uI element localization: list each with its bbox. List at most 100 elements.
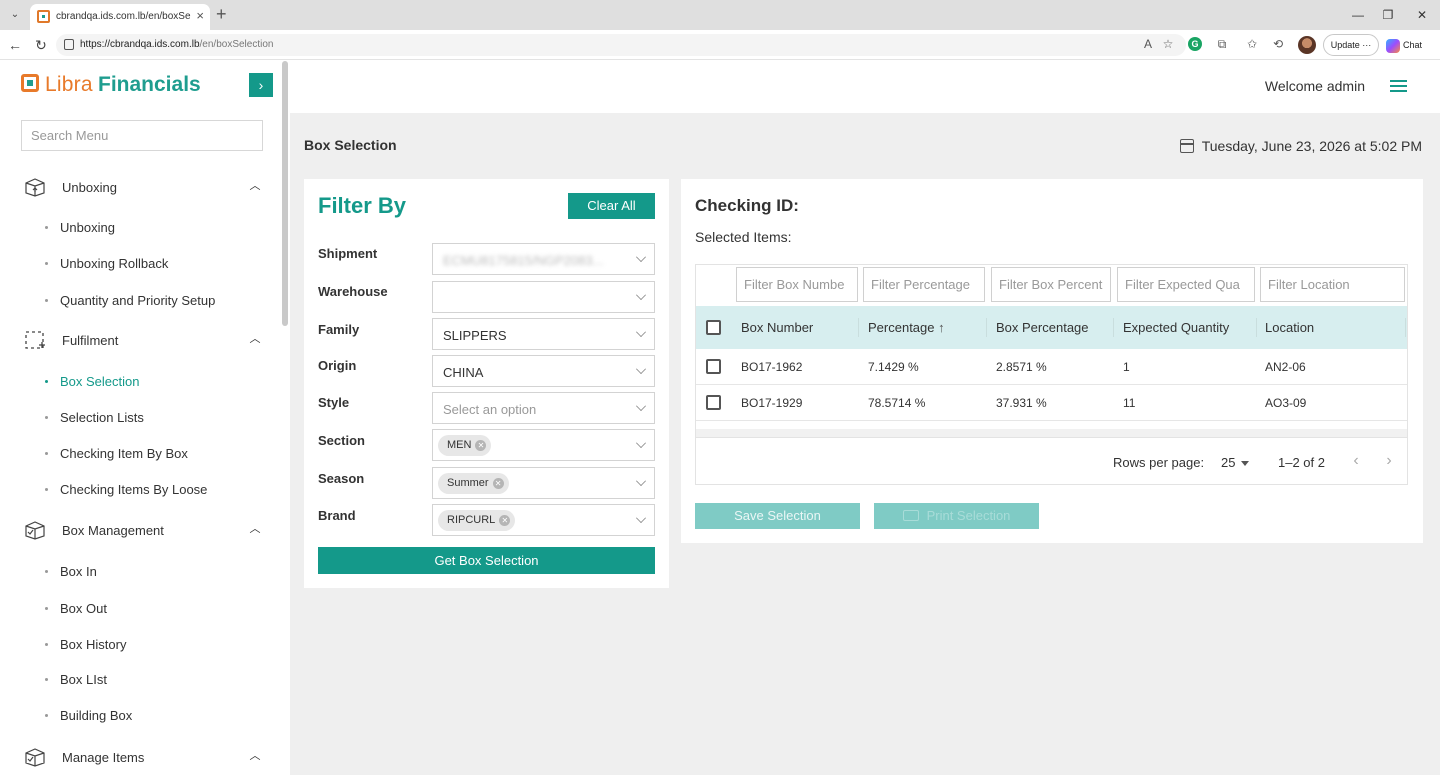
prev-page-icon[interactable]: ‹ [1346, 451, 1366, 471]
shipment-select[interactable]: ECMU8175815/NGP2083... [432, 243, 655, 275]
read-aloud-icon[interactable]: A [1140, 36, 1156, 52]
back-icon[interactable]: ← [6, 36, 24, 54]
warehouse-select[interactable] [432, 281, 655, 313]
column-percentage[interactable]: Percentage ↑ [868, 320, 945, 335]
url-field[interactable]: https://cbrandqa.ids.com.lb/en/boxSelect… [56, 34, 1186, 56]
chevron-down-icon [636, 252, 646, 262]
close-tab-icon[interactable]: × [196, 9, 204, 23]
profile-avatar[interactable] [1298, 36, 1316, 54]
remove-chip-icon[interactable]: ✕ [475, 440, 487, 451]
search-menu-input[interactable] [21, 120, 263, 151]
warehouse-label: Warehouse [318, 284, 388, 299]
grid-horizontal-scrollbar[interactable] [696, 429, 1407, 437]
browser-tab[interactable]: cbrandqa.ids.com.lb/en/boxSelecti × [30, 4, 210, 30]
chevron-down-icon [636, 401, 646, 411]
sidebar-group-manage-items[interactable]: Manage Items ︿ [24, 745, 264, 771]
minimize-icon[interactable]: — [1348, 6, 1368, 24]
section-select[interactable]: MEN ✕ [432, 429, 655, 461]
brand-select[interactable]: RIPCURL ✕ [432, 504, 655, 536]
style-select[interactable]: Select an option [432, 392, 655, 424]
next-page-icon[interactable]: › [1379, 451, 1399, 471]
main-content: Welcome admin Box Selection Tuesday, Jun… [290, 61, 1440, 775]
pagination-range: 1–2 of 2 [1278, 455, 1325, 470]
rows-per-page-select[interactable]: 25 [1221, 455, 1235, 470]
sidebar-item-box-list[interactable]: Box LIst [45, 670, 265, 690]
filter-box-percentage-input[interactable]: Filter Box Percent [991, 267, 1111, 302]
sidebar-item-checking-item-by-box[interactable]: Checking Item By Box [45, 444, 265, 464]
season-select[interactable]: Summer ✕ [432, 467, 655, 499]
column-box-percentage[interactable]: Box Percentage [996, 320, 1089, 335]
chevron-down-icon [636, 438, 646, 448]
sort-ascending-icon[interactable]: ↑ [938, 320, 945, 335]
sidebar-item-unboxing-rollback[interactable]: Unboxing Rollback [45, 254, 265, 274]
save-selection-button[interactable]: Save Selection [695, 503, 860, 529]
sidebar-group-unboxing[interactable]: Unboxing ︿ [24, 175, 264, 201]
box-check-icon [25, 748, 45, 767]
copilot-chat-button[interactable]: Chat [1386, 34, 1436, 56]
chevron-down-icon [636, 513, 646, 523]
remove-chip-icon[interactable]: ✕ [499, 515, 511, 526]
table-row[interactable]: BO17-1962 7.1429 % 2.8571 % 1 AN2-06 [696, 349, 1407, 385]
table-row[interactable]: BO17-1929 78.5714 % 37.931 % 11 AO3-09 [696, 385, 1407, 421]
site-favicon-icon [37, 10, 50, 23]
sidebar-scrollbar[interactable] [282, 61, 288, 326]
filter-expected-quantity-input[interactable]: Filter Expected Qua [1117, 267, 1255, 302]
sidebar-item-checking-items-by-loose[interactable]: Checking Items By Loose [45, 480, 265, 500]
refresh-icon[interactable]: ↻ [32, 36, 50, 54]
row-checkbox[interactable] [706, 359, 721, 374]
get-box-selection-button[interactable]: Get Box Selection [318, 547, 655, 574]
window-close-icon[interactable]: ✕ [1412, 6, 1432, 24]
remove-chip-icon[interactable]: ✕ [492, 478, 504, 489]
filter-box-number-input[interactable]: Filter Box Numbe [736, 267, 858, 302]
sidebar-item-unboxing[interactable]: Unboxing [45, 218, 265, 238]
print-selection-button[interactable]: Print Selection [874, 503, 1039, 529]
column-expected-quantity[interactable]: Expected Quantity [1123, 320, 1229, 335]
origin-select[interactable]: CHINA [432, 355, 655, 387]
sidebar-item-building-box[interactable]: Building Box [45, 706, 265, 726]
hamburger-menu-icon[interactable] [1390, 80, 1407, 92]
logo-mark-icon [21, 74, 39, 92]
favorites-icon[interactable]: ✩ [1244, 36, 1260, 52]
sidebar-item-box-selection[interactable]: Box Selection [45, 372, 265, 392]
new-tab-icon[interactable]: + [216, 4, 227, 24]
filter-location-input[interactable]: Filter Location [1260, 267, 1405, 302]
maximize-icon[interactable]: ❐ [1378, 6, 1398, 24]
browser-tab-bar: ⌄ cbrandqa.ids.com.lb/en/boxSelecti × + … [0, 0, 1440, 30]
clear-all-button[interactable]: Clear All [568, 193, 655, 219]
checking-panel: Checking ID: Selected Items: Filter Box … [681, 179, 1423, 543]
column-location[interactable]: Location [1265, 320, 1314, 335]
sidebar-item-box-history[interactable]: Box History [45, 635, 265, 655]
shipment-label: Shipment [318, 246, 378, 261]
season-label: Season [318, 471, 365, 486]
sidebar-item-box-in[interactable]: Box In [45, 562, 265, 582]
column-box-number[interactable]: Box Number [741, 320, 813, 335]
update-button[interactable]: Update ··· [1323, 34, 1379, 56]
box-selection-grid: Filter Box Numbe Filter Percentage Filte… [695, 264, 1408, 485]
sidebar-item-box-out[interactable]: Box Out [45, 599, 265, 619]
sidebar-item-quantity-priority-setup[interactable]: Quantity and Priority Setup [45, 291, 265, 311]
chevron-down-icon [636, 327, 646, 337]
sidebar-group-box-management[interactable]: Box Management ︿ [24, 518, 264, 544]
grammarly-extension-icon[interactable]: G [1188, 37, 1202, 51]
brand-label: Brand [318, 508, 356, 523]
dashed-box-icon [25, 331, 45, 349]
chevron-down-icon [636, 290, 646, 300]
section-chip: MEN ✕ [438, 435, 492, 456]
history-icon[interactable]: ⟲ [1270, 36, 1286, 52]
sidebar-toggle-button[interactable]: › [249, 73, 273, 97]
tab-actions-icon[interactable]: ⌄ [6, 6, 24, 24]
favorite-star-icon[interactable]: ☆ [1160, 36, 1176, 52]
page-title: Box Selection [304, 137, 397, 153]
filter-percentage-input[interactable]: Filter Percentage [863, 267, 985, 302]
caret-down-icon[interactable] [1241, 461, 1249, 466]
selected-items-label: Selected Items: [695, 229, 792, 245]
family-select[interactable]: SLIPPERS [432, 318, 655, 350]
sidebar-group-fulfilment[interactable]: Fulfilment ︿ [24, 328, 264, 354]
origin-label: Origin [318, 358, 357, 373]
extensions-icon[interactable]: ⧉ [1214, 36, 1230, 52]
chevron-down-icon [636, 364, 646, 374]
top-header: Welcome admin [290, 61, 1440, 113]
row-checkbox[interactable] [706, 395, 721, 410]
select-all-checkbox[interactable] [706, 320, 721, 335]
sidebar-item-selection-lists[interactable]: Selection Lists [45, 408, 265, 428]
